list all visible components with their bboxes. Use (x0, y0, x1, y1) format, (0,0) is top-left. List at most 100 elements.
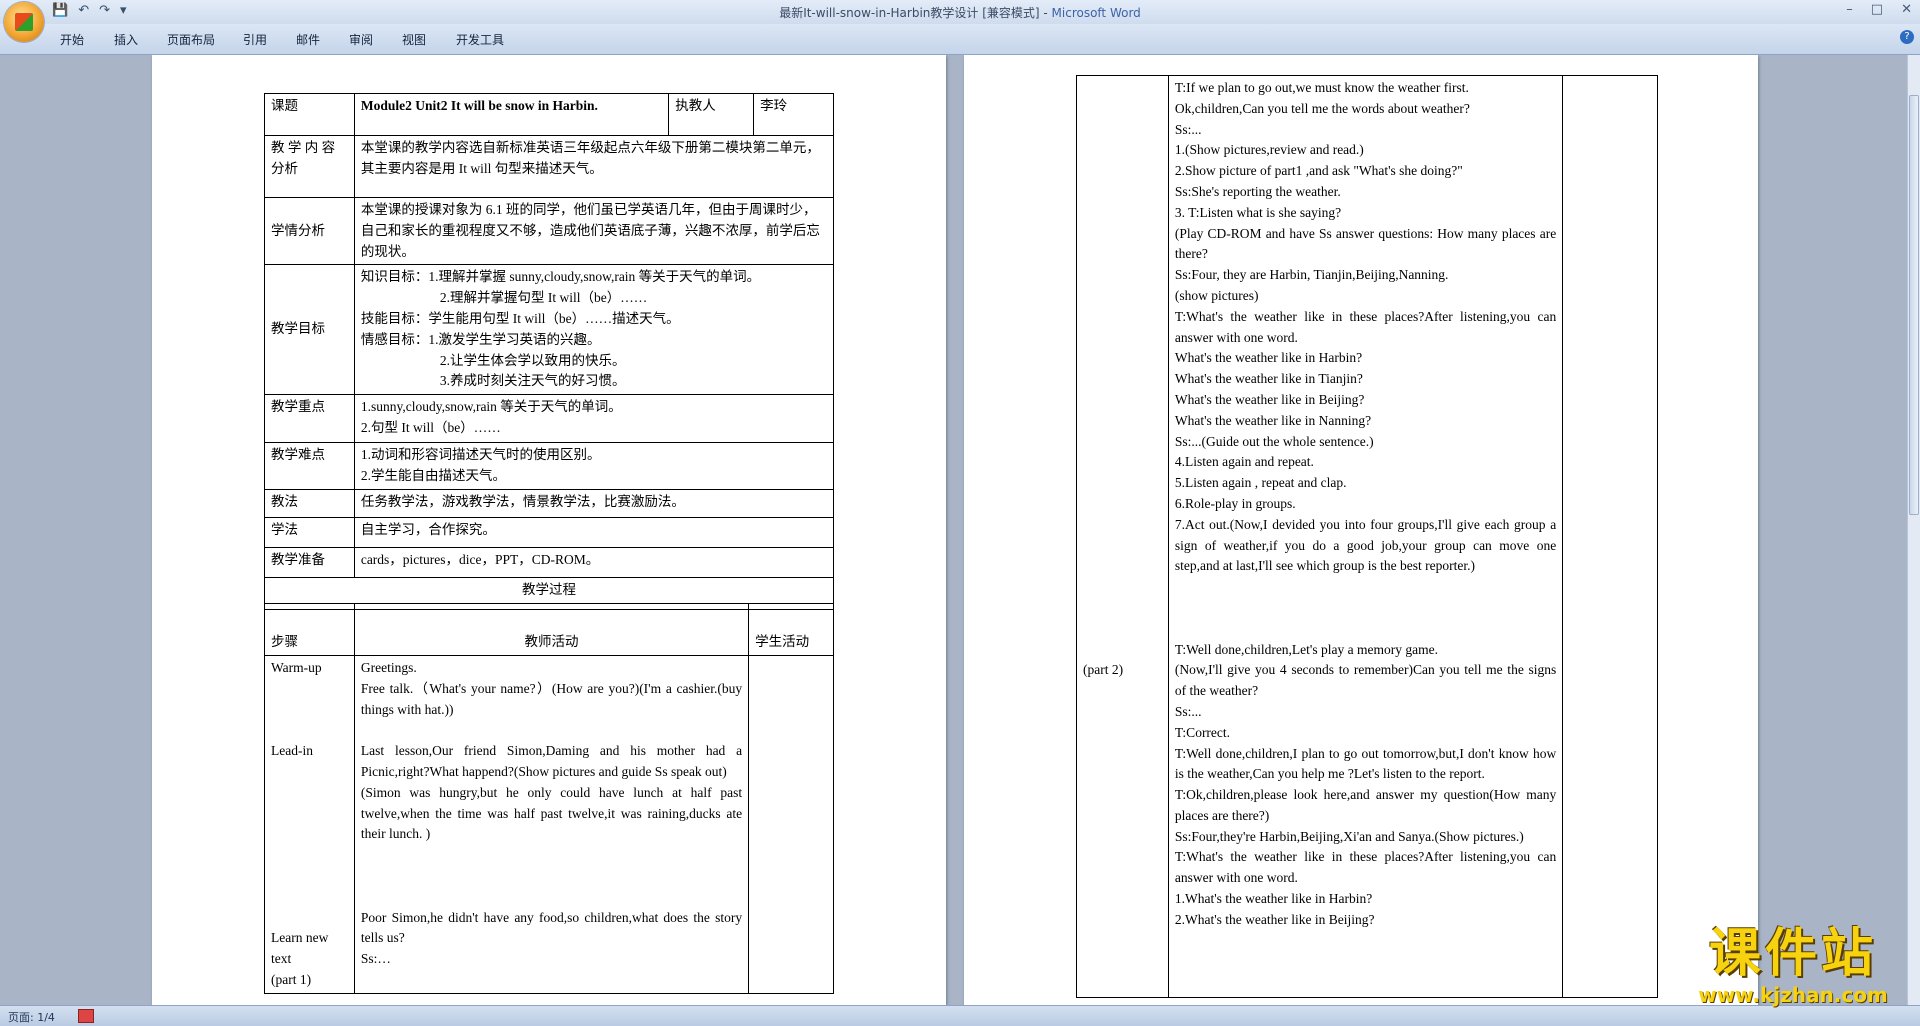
teacher-activity-header: 教师活动 (353, 603, 750, 656)
objective-line: 3.养成时刻关注天气的好习惯。 (439, 373, 626, 389)
objectives-label: 教学目标 (264, 264, 355, 396)
teacher-line: Ok,children,Can you tell me the words ab… (1174, 100, 1470, 116)
teacher-line: T:Well done,children,I plan to go out to… (1174, 745, 1557, 782)
teacher-line: Ss:Four, they are Harbin, Tianjin,Beijin… (1174, 267, 1449, 283)
page-indicator[interactable]: 页面: 1/4 (8, 1009, 55, 1025)
content-analysis-text: 本堂课的教学内容选自新标准英语三年级起点六年级下册第二模块第二单元，其主要内容是… (353, 135, 835, 198)
teacher-line (1175, 598, 1556, 619)
learning-method-label: 学法 (264, 516, 355, 548)
ribbon-tab-bar: 开始 插入 页面布局 引用 邮件 审阅 视图 开发工具 ? (0, 24, 1920, 55)
teacher-line: T:What's the weather like in these place… (1174, 849, 1557, 886)
tab-page-layout[interactable]: 页面布局 (167, 31, 215, 48)
office-logo-icon (15, 13, 33, 31)
teacher-line: What's the weather like in Harbin? (1174, 350, 1363, 366)
teaching-method-text: 任务教学法，游戏教学法，情景教学法，比赛激励法。 (353, 488, 835, 518)
teacher-line: T:Well done,children,Let's play a memory… (1174, 641, 1438, 657)
teacher-line: 5.Listen again , repeat and clap. (1174, 475, 1347, 491)
scrollbar-thumb[interactable] (1909, 95, 1919, 515)
help-icon[interactable]: ? (1900, 30, 1914, 44)
key-points-label: 教学重点 (264, 394, 355, 444)
step-item: Warm-up (271, 660, 322, 675)
tab-home[interactable]: 开始 (60, 31, 84, 48)
teacher-line: 7.Act out.(Now,I devided you into four g… (1174, 516, 1557, 574)
document-page-1[interactable]: 课题 Module2 Unit2 It will be snow in Harb… (152, 55, 946, 1005)
difficulties-label: 教学难点 (264, 442, 355, 490)
title-bar: 💾 ↶ ↷ ▾ 最新It-will-snow-in-Harbin教学设计 [兼容… (0, 0, 1920, 42)
lesson-plan-table: 课题 Module2 Unit2 It will be snow in Harb… (264, 93, 835, 610)
steps-header: 步骤 (264, 603, 355, 656)
teacher-line: Ss:... (1174, 121, 1202, 137)
teacher-line: 1.(Show pictures,review and read.) (1174, 142, 1364, 158)
teacher-line: What's the weather like in Beijing? (1174, 391, 1365, 407)
teacher-line: Ss:Four,they're Harbin,Beijing,Xi'an and… (1174, 828, 1524, 844)
teacher-line: 3. T:Listen what is she saying? (1174, 204, 1342, 220)
learning-method-text: 自主学习，合作探究。 (353, 516, 835, 548)
window-controls: – □ ✕ (1846, 2, 1912, 17)
teacher-value: 李玲 (753, 93, 834, 136)
teacher-line: Ss:... (1174, 703, 1202, 719)
teacher-line: Ss:She's reporting the weather. (1174, 183, 1341, 199)
learner-analysis-text: 本堂课的授课对象为 6.1 班的同学，他们虽已学英语几年，但由于周课时少，自己和… (353, 196, 835, 266)
objective-line: 2.理解并掌握句型 It will（be）…… (439, 290, 648, 306)
teacher-line: What's the weather like in Tianjin? (1174, 371, 1363, 387)
steps-column: Warm-up Lead-in Learn new text (part 1) (264, 655, 355, 994)
objective-line: 技能目标：学生能用句型 It will（be）……描述天气。 (360, 310, 680, 326)
steps-column-continued: (part 2) (1076, 75, 1169, 998)
watermark: 课件站 www.kjzhan.com (1698, 924, 1888, 1007)
step-item: (part 1) (271, 971, 312, 987)
teacher-line: 1.What's the weather like in Harbin? (1174, 891, 1373, 907)
tab-review[interactable]: 审阅 (349, 31, 373, 48)
student-activity-header: 学生活动 (748, 603, 834, 656)
maximize-button[interactable]: □ (1871, 2, 1883, 17)
document-workspace[interactable]: 课题 Module2 Unit2 It will be snow in Harb… (0, 55, 1908, 1005)
objective-line: 情感目标：1.激发学生学习英语的兴趣。 (360, 331, 601, 347)
tab-references[interactable]: 引用 (243, 31, 267, 48)
proofing-icon[interactable] (78, 1009, 94, 1023)
teaching-method-label: 教法 (264, 488, 355, 518)
vertical-scrollbar[interactable] (1907, 55, 1920, 1005)
process-table-continued: (part 2) T:If we plan to go out,we must … (1076, 75, 1658, 998)
topic-label: 课题 (264, 93, 355, 136)
objective-line: 2.让学生体会学以致用的快乐。 (439, 352, 626, 368)
document-page-2[interactable]: (part 2) T:If we plan to go out,we must … (964, 55, 1758, 1005)
teacher-label: 执教人 (668, 93, 755, 136)
step-item: Learn new text (271, 930, 329, 967)
window-title: 最新It-will-snow-in-Harbin教学设计 [兼容模式] - Mi… (779, 6, 1141, 20)
topic-value: Module2 Unit2 It will be snow in Harbin. (353, 93, 670, 136)
teacher-activity-column: Greetings. Free talk.（What's your name?）… (353, 655, 750, 994)
teacher-line: T:Ok,children,please look here,and answe… (1174, 787, 1557, 823)
preparation-text: cards，pictures，dice，PPT，CD-ROM。 (353, 546, 835, 578)
teacher-line: (show pictures) (1174, 287, 1259, 303)
tab-mailings[interactable]: 邮件 (296, 31, 320, 48)
content-analysis-label: 教 学 内 容 分析 (264, 135, 355, 198)
teacher-line: T:What's the weather like in these place… (1174, 308, 1557, 345)
student-activity-column (748, 655, 834, 994)
teacher-line: 2.Show picture of part1 ,and ask "What's… (1174, 163, 1463, 179)
office-button[interactable] (4, 2, 44, 42)
objective-line: 知识目标：1.理解并掌握 sunny,cloudy,snow,rain 等关于天… (360, 269, 761, 285)
teacher-line: What's the weather like in Nanning? (1174, 412, 1372, 428)
teacher-activity-column-continued: T:If we plan to go out,we must know the … (1167, 75, 1564, 998)
key-points-text: 1.sunny,cloudy,snow,rain 等关于天气的单词。 2.句型 … (353, 394, 835, 444)
tab-view[interactable]: 视图 (402, 31, 426, 48)
tab-insert[interactable]: 插入 (114, 31, 138, 48)
teacher-line: (Now,I'll give you 4 seconds to remember… (1174, 662, 1557, 699)
minimize-button[interactable]: – (1846, 2, 1853, 17)
teacher-line: Ss:...(Guide out the whole sentence.) (1174, 433, 1374, 449)
objectives-text: 知识目标：1.理解并掌握 sunny,cloudy,snow,rain 等关于天… (353, 264, 835, 396)
tab-developer[interactable]: 开发工具 (456, 31, 504, 48)
teacher-line: 4.Listen again and repeat. (1174, 454, 1314, 470)
difficulties-text: 1.动词和形容词描述天气时的使用区别。 2.学生能自由描述天气。 (353, 442, 835, 490)
teacher-line: T:Correct. (1174, 724, 1231, 740)
step-item: Lead-in (271, 743, 313, 759)
learner-analysis-label: 学情分析 (264, 196, 355, 266)
step-item: (part 2) (1083, 662, 1124, 678)
teacher-line: 2.What's the weather like in Beijing? (1174, 911, 1375, 927)
close-button[interactable]: ✕ (1901, 2, 1912, 17)
teacher-line (1175, 577, 1556, 598)
process-table: 步骤 教师活动 学生活动 Warm-up Lead-in Learn new t… (264, 603, 834, 994)
teacher-line: (Play CD-ROM and have Ss answer question… (1174, 225, 1557, 262)
student-activity-column-continued (1562, 75, 1658, 998)
teacher-line: T:If we plan to go out,we must know the … (1174, 80, 1469, 95)
teacher-line (1175, 619, 1556, 640)
